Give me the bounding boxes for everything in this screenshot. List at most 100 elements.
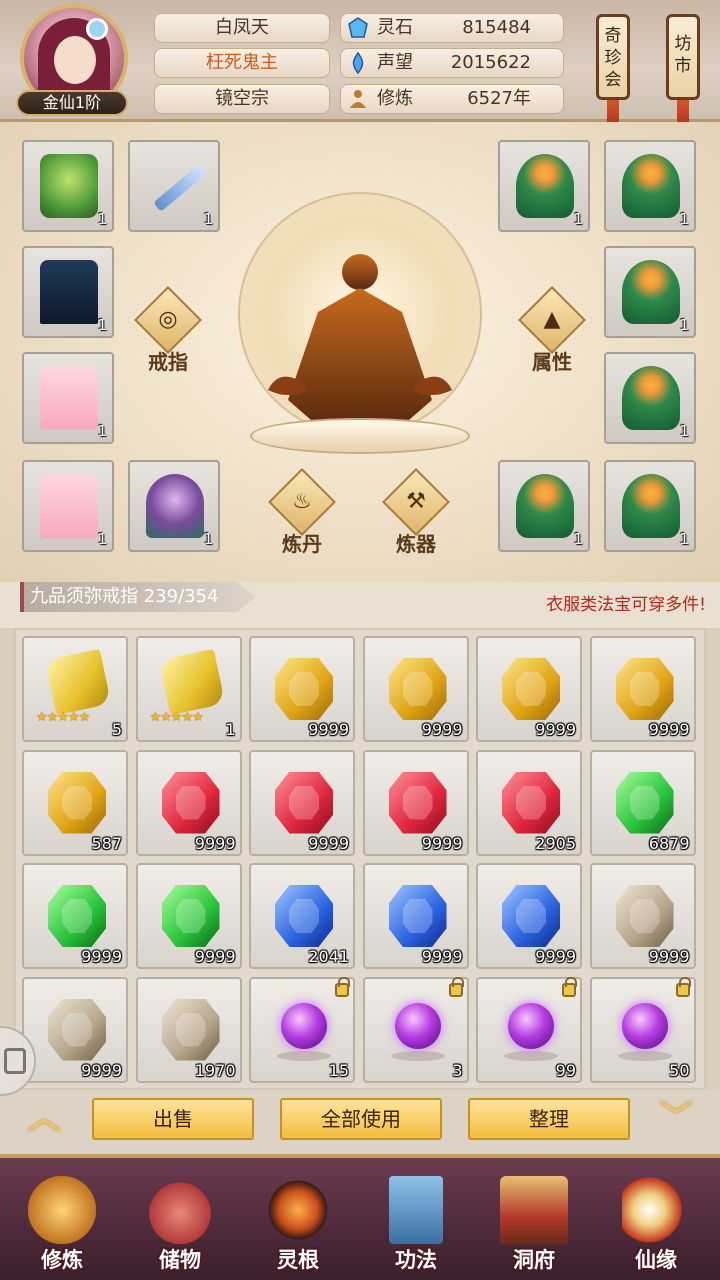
grey-gem-item bbox=[615, 885, 674, 947]
equip-slot-left-4[interactable]: 1 bbox=[22, 352, 114, 444]
item-count: 9999 bbox=[535, 947, 576, 966]
star-rating: ★★★★★ bbox=[36, 710, 90, 725]
star-rating: ★★★★★ bbox=[149, 710, 204, 725]
item-count: 1 bbox=[679, 422, 689, 440]
item-count: 9999 bbox=[194, 947, 236, 966]
inventory-slot[interactable]: 9999 bbox=[362, 863, 469, 969]
spirit-stone-stat: 灵石 815484 bbox=[340, 13, 564, 43]
scroll-down-button[interactable]: ﹀ bbox=[648, 1101, 704, 1135]
golden-scroll-item bbox=[158, 648, 225, 716]
equip-slot-left-6[interactable]: 1 bbox=[128, 460, 220, 552]
cultivation-stat: 修炼 6527年 bbox=[340, 84, 564, 114]
use-all-button[interactable]: 全部使用 bbox=[280, 1098, 442, 1140]
item-count: 1 bbox=[97, 210, 107, 228]
purple-orb-item bbox=[281, 1002, 327, 1049]
red-gem-item bbox=[161, 771, 220, 834]
green-robe-item bbox=[40, 154, 98, 218]
item-count: 9999 bbox=[308, 833, 349, 853]
item-count: 9999 bbox=[308, 720, 349, 739]
equip-slot-right-6[interactable]: 1 bbox=[604, 460, 696, 552]
inventory-slot[interactable]: 2041 bbox=[249, 863, 355, 969]
ring-button[interactable]: ◎ 戒指 bbox=[132, 286, 204, 374]
equip-slot-left-1[interactable]: 1 bbox=[22, 140, 114, 232]
inventory-slot[interactable]: 9999 bbox=[589, 863, 696, 969]
inventory-slot[interactable]: 99 bbox=[476, 976, 582, 1083]
equip-slot-right-3[interactable]: 1 bbox=[604, 246, 696, 338]
ring-icon: ◎ bbox=[158, 307, 178, 332]
yellow-gem-item bbox=[615, 658, 674, 720]
inventory-slot[interactable]: 587 bbox=[22, 749, 128, 856]
equip-slot-right-1[interactable]: 1 bbox=[498, 140, 590, 232]
cultivate-icon bbox=[28, 1176, 96, 1244]
scroll-up-button[interactable]: ︿ bbox=[16, 1101, 72, 1135]
inventory-slot[interactable]: 9999 bbox=[22, 976, 128, 1083]
nav-label: 修炼 bbox=[41, 1248, 83, 1272]
player-title[interactable]: 枉死鬼主 bbox=[154, 48, 330, 78]
yellow-gem-item bbox=[388, 658, 447, 720]
inventory-slot[interactable]: 9999 bbox=[22, 863, 128, 969]
inventory-slot[interactable]: 15 bbox=[249, 976, 355, 1083]
cultivation-value: 6527年 bbox=[467, 88, 531, 109]
alchemy-button-label: 炼丹 bbox=[282, 532, 322, 556]
storage-ring-capacity[interactable]: 九品须弥戒指 239/354 bbox=[20, 582, 256, 612]
sell-button[interactable]: 出售 bbox=[92, 1098, 254, 1140]
inventory-slot[interactable]: 1970 bbox=[135, 976, 242, 1083]
inventory-slot[interactable]: ★★★★★ 5 bbox=[22, 636, 128, 742]
reputation-label: 声望 bbox=[377, 52, 413, 73]
equip-slot-left-2[interactable]: 1 bbox=[128, 140, 220, 232]
inventory-slot[interactable]: 9999 bbox=[135, 749, 242, 856]
equip-slot-right-4[interactable]: 1 bbox=[604, 352, 696, 444]
lock-icon bbox=[335, 976, 350, 997]
player-sect: 镜空宗 bbox=[154, 84, 330, 114]
anvil-icon: ▲ bbox=[543, 307, 561, 332]
storage-bag-icon bbox=[146, 1176, 214, 1244]
inventory-slot[interactable]: 6879 bbox=[589, 749, 696, 856]
treasure-fair-button[interactable]: 奇珍会 bbox=[596, 14, 630, 100]
equip-slot-right-2[interactable]: 1 bbox=[604, 140, 696, 232]
nav-skills[interactable]: 功法 bbox=[360, 1172, 472, 1280]
item-count: 9999 bbox=[421, 833, 463, 853]
inventory-slot[interactable]: 9999 bbox=[362, 749, 469, 856]
item-count: 99 bbox=[555, 1060, 576, 1080]
cultivation-icon bbox=[350, 90, 366, 108]
nav-immortal-fate[interactable]: 仙缘 bbox=[600, 1172, 712, 1280]
inventory-slot[interactable]: 9999 bbox=[249, 749, 355, 856]
inventory-slot[interactable]: 9999 bbox=[476, 863, 582, 969]
forge-button[interactable]: ⚒ 炼器 bbox=[380, 468, 452, 556]
attributes-button[interactable]: ▲ 属性 bbox=[516, 286, 588, 374]
equip-slot-left-5[interactable]: 1 bbox=[22, 460, 114, 552]
nav-storage[interactable]: 储物 bbox=[124, 1172, 236, 1280]
leaf-robe-item bbox=[622, 474, 680, 538]
inventory-slot[interactable]: ★★★★★ 1 bbox=[135, 636, 242, 742]
nav-cultivate[interactable]: 修炼 bbox=[6, 1172, 118, 1280]
nav-cave-dwelling[interactable]: 洞府 bbox=[478, 1172, 590, 1280]
item-count: 587 bbox=[91, 833, 122, 853]
inventory-slot[interactable]: 9999 bbox=[249, 636, 355, 742]
inventory-slot[interactable]: 2905 bbox=[476, 749, 582, 856]
meditating-figure-silhouette bbox=[268, 254, 452, 426]
inventory-slot[interactable]: 9999 bbox=[476, 636, 582, 742]
inventory-slot[interactable]: 9999 bbox=[135, 863, 242, 969]
alchemy-button[interactable]: ♨ 炼丹 bbox=[266, 468, 338, 556]
equip-slot-right-5[interactable]: 1 bbox=[498, 460, 590, 552]
inventory-slot[interactable]: 9999 bbox=[589, 636, 696, 742]
market-button[interactable]: 坊市 bbox=[666, 14, 700, 100]
item-count: 3 bbox=[452, 1060, 463, 1080]
item-count: 1 bbox=[97, 316, 107, 334]
cauldron-icon: ♨ bbox=[292, 489, 312, 514]
item-count: 1 bbox=[679, 316, 689, 334]
immortal-fate-icon bbox=[622, 1176, 690, 1244]
item-count: 2905 bbox=[535, 833, 576, 853]
red-gem-item bbox=[388, 771, 447, 834]
lock-icon bbox=[675, 976, 691, 997]
nav-spirit-root[interactable]: 灵根 bbox=[242, 1172, 354, 1280]
inventory-slot[interactable]: 3 bbox=[362, 976, 469, 1083]
inventory-slot[interactable]: 9999 bbox=[362, 636, 469, 742]
storage-ring-bar: 九品须弥戒指 239/354 衣服类法宝可穿多件! bbox=[0, 582, 720, 628]
item-count: 9999 bbox=[648, 720, 690, 739]
organize-button[interactable]: 整理 bbox=[468, 1098, 630, 1140]
equip-slot-left-3[interactable]: 1 bbox=[22, 246, 114, 338]
inventory-slot[interactable]: 50 bbox=[589, 976, 696, 1083]
item-count: 1970 bbox=[194, 1060, 236, 1080]
leaf-robe-item bbox=[622, 260, 680, 324]
